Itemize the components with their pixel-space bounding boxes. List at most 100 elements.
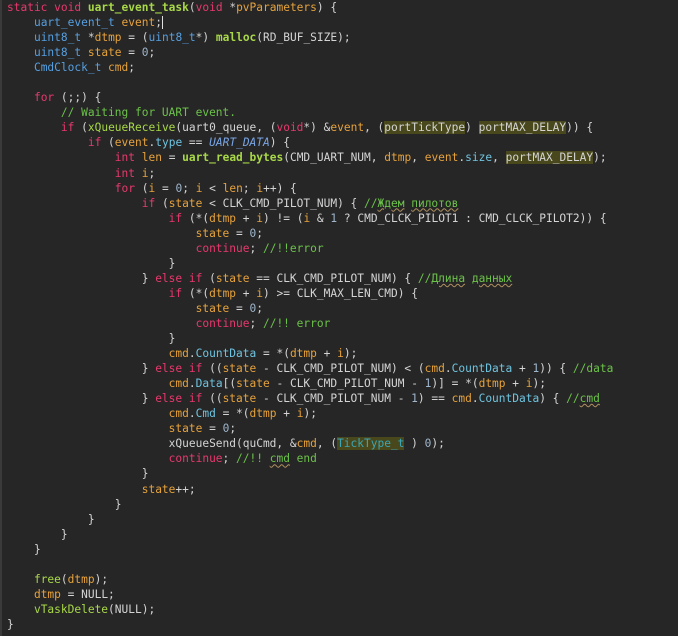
code-line[interactable]: } [7, 331, 613, 346]
code-line[interactable]: state++; [7, 482, 613, 497]
code-token: else if [155, 271, 203, 285]
code-token: + [512, 362, 533, 376]
code-token: + [236, 286, 257, 300]
code-line[interactable]: } [7, 617, 613, 632]
code-token: pvParameters [236, 1, 317, 14]
code-token: )) { [539, 362, 573, 376]
code-token: uint8_t [148, 31, 196, 45]
code-token: UART_DATA [209, 136, 270, 150]
code-line[interactable]: uint8_t state = 0; [7, 45, 613, 60]
code-token: , [411, 151, 425, 165]
code-line[interactable]: vTaskDelete(NULL); [7, 602, 613, 617]
code-line[interactable]: continue; //!! cmd end [7, 451, 613, 466]
code-token: == [182, 136, 210, 150]
code-token: + [505, 377, 526, 391]
code-line[interactable]: } [7, 256, 613, 271]
code-line[interactable]: uart_event_t event; [7, 15, 613, 30]
code-line[interactable]: state = 0; [7, 226, 613, 241]
code-token: Ждем [377, 196, 405, 210]
code-token: *) & [303, 121, 331, 135]
code-line[interactable]: state = 0; [7, 421, 613, 436]
code-line[interactable]: } [7, 512, 613, 527]
code-line[interactable]: int i; [7, 166, 613, 181]
code-token: ; [148, 166, 156, 180]
code-line[interactable]: if (xQueueReceive(uart0_queue, (void*) &… [7, 120, 613, 135]
code-token: пилотов [411, 196, 459, 210]
code-token: ; [256, 226, 263, 240]
code-token: uart_read_bytes [182, 151, 284, 165]
code-token: ( [188, 1, 196, 14]
code-line[interactable]: for (;;) { [7, 90, 613, 105]
code-line[interactable]: for (i = 0; i < len; i++) { [7, 181, 613, 196]
code-token: (*( [182, 211, 210, 225]
code-line[interactable]: dtmp = NULL; [7, 587, 613, 602]
code-token: . [188, 347, 196, 361]
code-token: xQueueSend(quCmd, & [7, 437, 297, 451]
code-line[interactable]: } else if ((state - CLK_CMD_PILOT_NUM - … [7, 391, 613, 406]
code-token: // Waiting for UART event. [60, 106, 237, 120]
code-token: state [141, 482, 176, 496]
code-line[interactable]: } [7, 527, 613, 542]
code-area[interactable]: static void uart_event_task(void *pvPara… [7, 0, 613, 632]
code-line[interactable]: if (state < CLK_CMD_PILOT_NUM) { //Ждем … [7, 196, 613, 211]
code-line[interactable]: // Waiting for UART event. [7, 105, 613, 120]
code-line[interactable] [7, 557, 613, 572]
code-line[interactable]: if (event.type == UART_DATA) { [7, 135, 613, 150]
code-line[interactable]: free(dtmp); [7, 572, 613, 587]
code-token: dtmp [249, 407, 277, 421]
code-line[interactable]: } [7, 497, 613, 512]
code-line[interactable]: cmd.Cmd = *(dtmp + i); [7, 406, 613, 421]
code-token: (;;) { [54, 91, 102, 105]
code-token: ) { [539, 392, 567, 406]
code-line[interactable]: } else if (state == CLK_CMD_PILOT_NUM) {… [7, 271, 613, 286]
code-token: for [114, 181, 135, 195]
code-line[interactable]: cmd.Data[(state - CLK_CMD_PILOT_NUM - 1)… [7, 376, 613, 391]
code-line[interactable]: cmd.CountData = *(dtmp + i); [7, 346, 613, 361]
code-token: ; [222, 452, 237, 466]
code-line[interactable]: } else if ((state - CLK_CMD_PILOT_NUM) <… [7, 361, 614, 376]
code-token: } [7, 271, 156, 285]
code-editor[interactable]: static void uart_event_task(void *pvPara… [0, 0, 678, 636]
code-token: 1 [411, 392, 418, 406]
code-token: dtmp [67, 572, 95, 586]
code-token: dtmp [33, 587, 61, 601]
code-line[interactable]: } [7, 466, 613, 481]
code-line[interactable] [7, 75, 613, 90]
code-token: ; [256, 301, 263, 315]
code-token: == CLK_CMD_PILOT_NUM) { [249, 271, 418, 285]
code-line[interactable]: int len = uart_read_bytes(CMD_UART_NUM, … [7, 150, 613, 165]
code-line[interactable]: continue; //!! error [7, 316, 613, 331]
code-token: = ( [121, 31, 149, 45]
code-line[interactable]: static void uart_event_task(void *pvPara… [7, 0, 613, 15]
code-line[interactable]: continue; //!!error [7, 241, 613, 256]
code-token: (( [202, 392, 223, 406]
code-token: xQueueReceive [87, 121, 176, 135]
code-token: ; [229, 422, 237, 436]
code-token: i [256, 211, 264, 225]
code-line[interactable]: state = 0; [7, 301, 613, 316]
code-line[interactable]: xQueueSend(quCmd, &cmd, (TickType_t ) 0)… [7, 436, 613, 451]
code-line[interactable]: if (*(dtmp + i) >= CLK_MAX_LEN_CMD) { [7, 286, 613, 301]
code-token: state [222, 362, 257, 376]
code-line[interactable]: CmdClock_t cmd; [7, 60, 613, 75]
code-token: ) != ( [263, 211, 304, 225]
code-token: * [87, 31, 95, 45]
code-token: dtmp [478, 377, 506, 391]
code-token: = [202, 422, 223, 436]
code-line[interactable]: } [7, 542, 613, 557]
code-token: = [161, 151, 183, 165]
code-token: i [525, 377, 533, 391]
code-line[interactable]: uint8_t *dtmp = (uint8_t*) malloc(RD_BUF… [7, 30, 613, 45]
code-line[interactable]: if (*(dtmp + i) != (i & 1 ? CMD_CLCK_PIL… [7, 211, 613, 226]
code-token: for [33, 91, 55, 105]
